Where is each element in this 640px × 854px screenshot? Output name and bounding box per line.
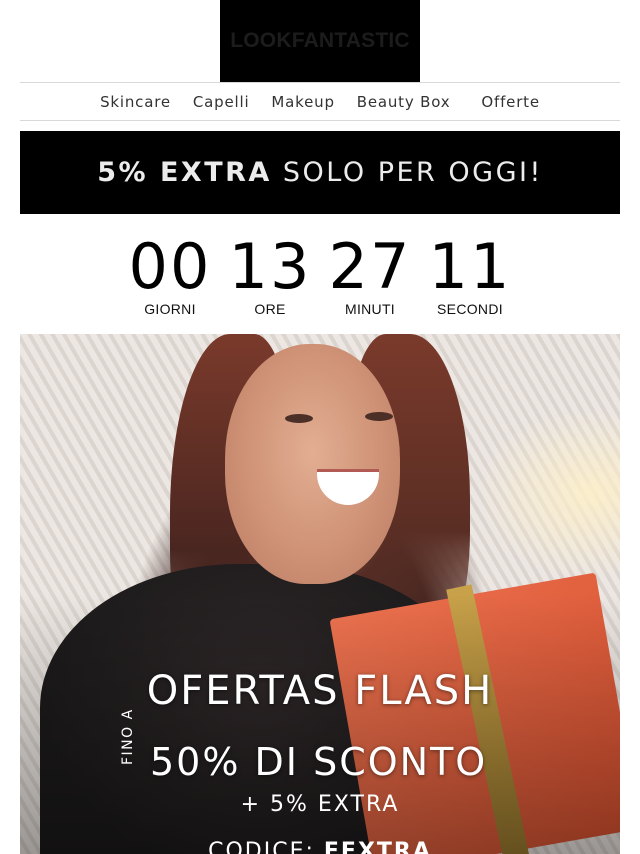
- countdown-minutes: 27 MINUTI: [320, 230, 420, 318]
- countdown-timer: 00 GIORNI 13 ORE 27 MINUTI 11 SECONDI: [120, 230, 520, 318]
- countdown-minutes-label: MINUTI: [344, 301, 395, 317]
- hero-prefix: FINO A: [120, 708, 136, 765]
- countdown-days-label: GIORNI: [144, 301, 196, 317]
- hero-eye-right: [365, 412, 393, 421]
- hero-promo-code: CODICE: EEXTRA: [20, 839, 620, 854]
- countdown-days: 00 GIORNI: [120, 230, 220, 318]
- countdown-minutes-value: 27: [328, 230, 412, 303]
- banner-rest-text: SOLO PER OGGI!: [282, 157, 543, 188]
- main-nav: Skincare Capelli Makeup Beauty Box Offer…: [20, 82, 620, 121]
- nav-item-makeup[interactable]: Makeup: [271, 93, 334, 111]
- countdown-hours-label: ORE: [254, 301, 286, 317]
- countdown-hours-value: 13: [228, 230, 312, 303]
- nav-item-offerte[interactable]: Offerte: [481, 93, 539, 111]
- hero-model-face: [225, 344, 400, 584]
- nav-item-beauty-box[interactable]: Beauty Box: [357, 93, 451, 111]
- brand-logo[interactable]: LOOKFANTASTIC: [220, 0, 420, 82]
- countdown-hours: 13 ORE: [220, 230, 320, 318]
- countdown-days-value: 00: [128, 230, 212, 303]
- hero-extra: + 5% EXTRA: [240, 792, 400, 817]
- hero-discount: 50% DI SCONTO: [150, 740, 488, 784]
- countdown-seconds-label: SECONDI: [437, 301, 503, 317]
- hero-eye-left: [285, 414, 313, 423]
- hero-title: OFERTAS FLASH: [146, 668, 494, 714]
- hero-image[interactable]: OFERTAS FLASH FINO A 50% DI SCONTO + 5% …: [20, 334, 620, 854]
- nav-item-capelli[interactable]: Capelli: [193, 93, 250, 111]
- banner-text: 5% EXTRA SOLO PER OGGI!: [97, 157, 543, 188]
- promo-banner[interactable]: 5% EXTRA SOLO PER OGGI!: [20, 131, 620, 214]
- hero-code-value: EEXTRA: [323, 839, 432, 854]
- nav-item-skincare[interactable]: Skincare: [100, 93, 171, 111]
- banner-bold-text: 5% EXTRA: [97, 157, 272, 188]
- logo-text: LOOKFANTASTIC: [230, 29, 410, 52]
- countdown-seconds: 11 SECONDI: [420, 230, 520, 318]
- countdown-seconds-value: 11: [428, 230, 512, 303]
- hero-code-label: CODICE:: [208, 839, 315, 854]
